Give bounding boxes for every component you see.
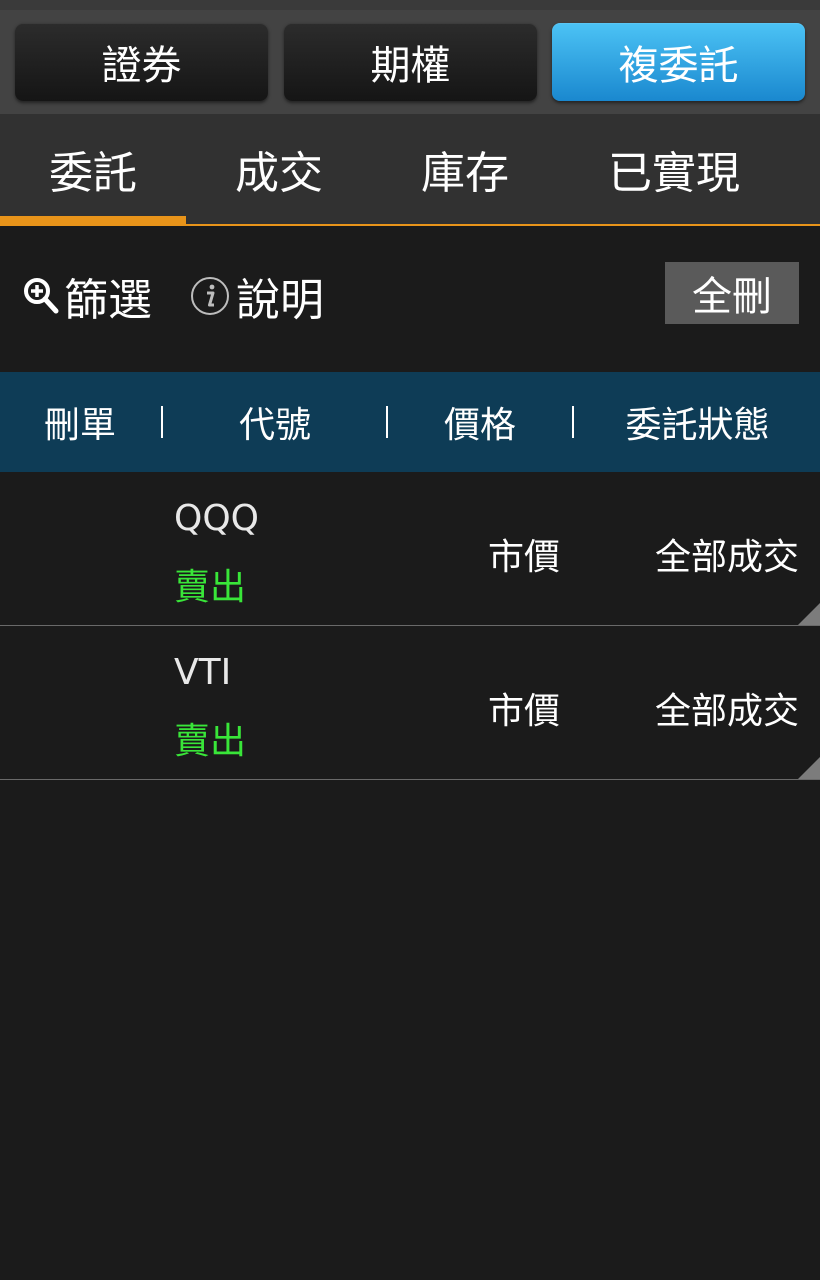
tab-bar: 委託 成交 庫存 已實現 (0, 114, 820, 226)
header-divider (161, 406, 163, 438)
header-order-status: 委託狀態 (625, 405, 770, 446)
help-button[interactable]: 說明 (190, 268, 324, 326)
info-icon (190, 275, 232, 317)
toolbar: 篩選 說明 全刪 (0, 226, 820, 372)
filter-button[interactable]: 篩選 (22, 268, 152, 326)
row-price: 市價 (488, 537, 561, 578)
market-segment-bar: 證券 期權 複委託 (0, 10, 820, 114)
row-side: 賣出 (174, 721, 247, 762)
segment-options[interactable]: 期權 (284, 23, 537, 101)
header-divider (572, 406, 574, 438)
row-price: 市價 (488, 691, 561, 732)
active-tab-indicator (0, 216, 186, 224)
expand-corner-icon[interactable] (798, 603, 820, 625)
table-row[interactable]: QQQ 賣出 市價 全部成交 (0, 472, 820, 626)
help-label: 說明 (236, 275, 324, 326)
expand-corner-icon[interactable] (798, 757, 820, 779)
row-symbol: QQQ (174, 498, 260, 539)
segment-sub-brokerage[interactable]: 複委託 (552, 23, 805, 101)
segment-securities[interactable]: 證券 (15, 23, 268, 101)
header-price: 價格 (443, 405, 516, 446)
header-cancel: 刪單 (43, 405, 116, 446)
header-divider (386, 406, 388, 438)
zoom-in-search-icon (22, 276, 60, 316)
row-symbol: VTI (174, 652, 232, 693)
tab-inventory[interactable]: 庫存 (372, 114, 558, 224)
row-status: 全部成交 (655, 537, 800, 578)
table-header: 刪單 代號 價格 委託狀態 (0, 372, 820, 472)
header-symbol: 代號 (238, 405, 311, 446)
filter-label: 篩選 (64, 275, 152, 326)
status-strip (0, 0, 820, 10)
tab-trades[interactable]: 成交 (186, 114, 372, 224)
table-row[interactable]: VTI 賣出 市價 全部成交 (0, 626, 820, 780)
row-side: 賣出 (174, 567, 247, 608)
tab-orders[interactable]: 委託 (0, 114, 186, 224)
row-status: 全部成交 (655, 691, 800, 732)
delete-all-button[interactable]: 全刪 (665, 262, 799, 324)
tab-realized[interactable]: 已實現 (558, 114, 790, 224)
